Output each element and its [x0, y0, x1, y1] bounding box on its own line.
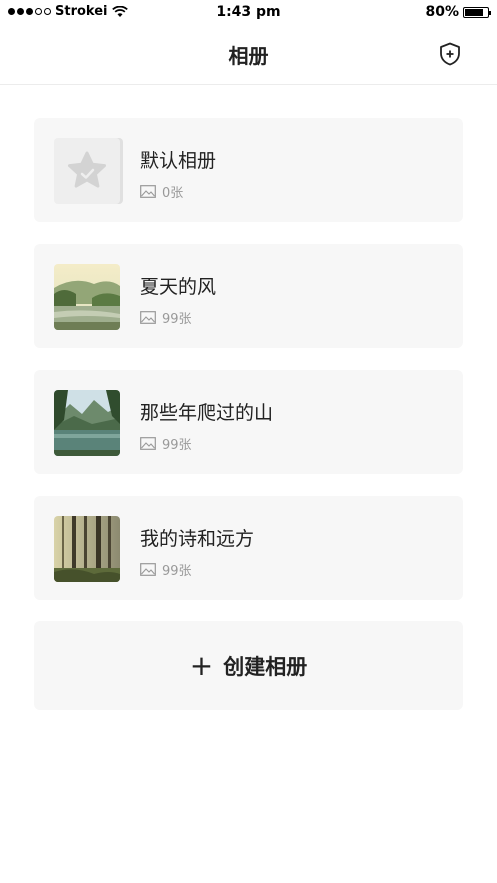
star-icon: [68, 151, 106, 188]
album-count-text: 99张: [162, 438, 192, 453]
album-thumbnail: [54, 516, 120, 582]
album-name: 夏天的风: [140, 276, 217, 298]
album-count-text: 99张: [162, 312, 192, 327]
status-right: 80%: [425, 4, 491, 20]
album-name: 我的诗和远方: [140, 528, 255, 550]
album-card[interactable]: 那些年爬过的山 99张: [34, 370, 463, 474]
album-card[interactable]: 我的诗和远方 99张: [34, 496, 463, 600]
battery-icon: [463, 6, 491, 18]
photo-icon: [140, 185, 156, 198]
album-thumbnail: [54, 390, 120, 456]
status-time: 1:43 pm: [216, 4, 281, 20]
create-album-label: 创建相册: [223, 654, 308, 679]
create-album-button[interactable]: + 创建相册: [34, 621, 463, 710]
album-thumbnail: [54, 264, 120, 330]
photo-icon: [140, 563, 156, 576]
album-count-text: 99张: [162, 564, 192, 579]
album-card[interactable]: 夏天的风 99张: [34, 244, 463, 348]
album-count: 99张: [140, 434, 192, 453]
page-title: 相册: [228, 44, 269, 68]
album-name: 那些年爬过的山: [140, 402, 274, 424]
album-thumbnail: [54, 138, 120, 204]
album-name: 默认相册: [140, 150, 217, 172]
nav-bar: 相册: [0, 24, 497, 85]
plus-icon: +: [189, 648, 214, 682]
album-count: 0张: [140, 182, 183, 201]
battery-fill: [465, 8, 483, 16]
photo-icon: [140, 437, 156, 450]
shield-plus-icon[interactable]: [439, 42, 461, 66]
album-count: 99张: [140, 560, 192, 579]
status-bar: Strokei 1:43 pm 80%: [0, 0, 497, 24]
photo-icon: [140, 311, 156, 324]
album-count: 99张: [140, 308, 192, 327]
album-card-default[interactable]: 默认相册 0张: [34, 118, 463, 222]
battery-percent: 80%: [425, 4, 459, 20]
album-count-text: 0张: [162, 186, 184, 201]
